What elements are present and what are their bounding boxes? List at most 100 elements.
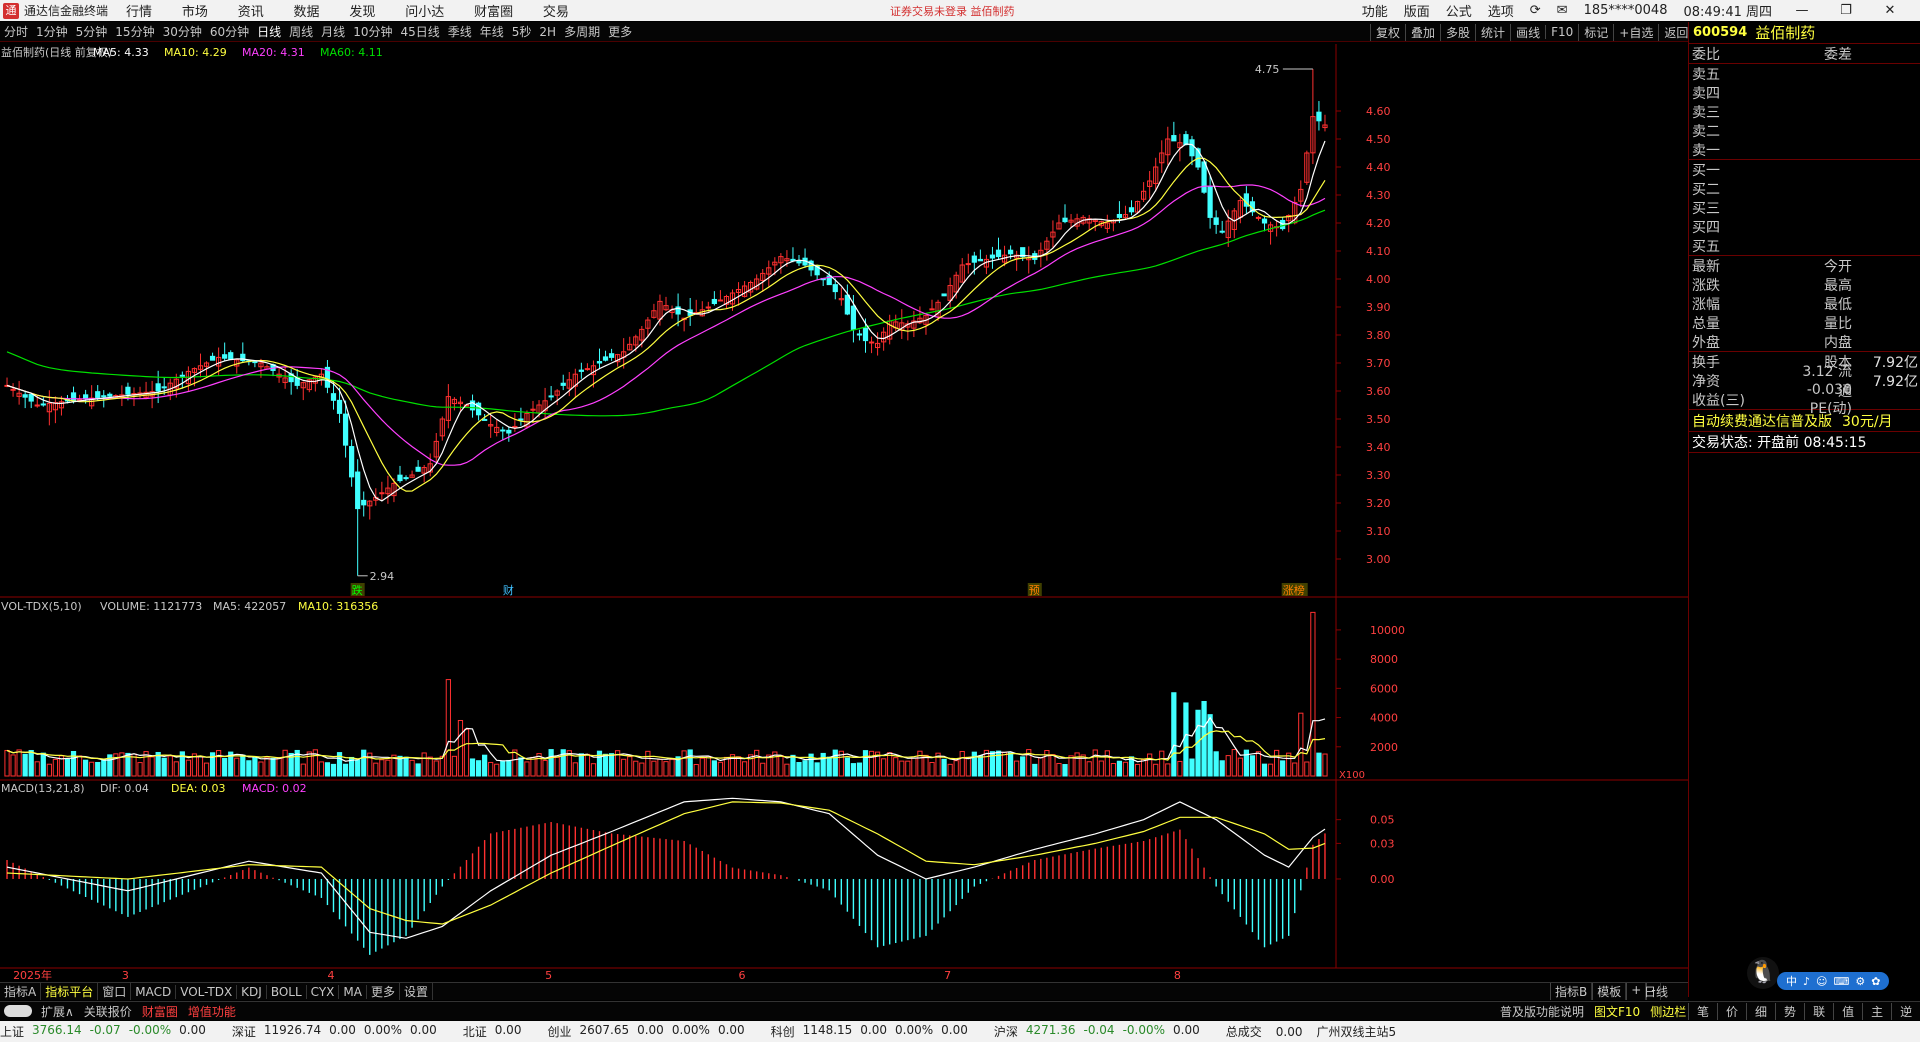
side-tab-value[interactable]: 值 xyxy=(1833,1003,1862,1020)
tool-skin-icon[interactable]: ✿ xyxy=(1871,975,1880,988)
sell-level[interactable]: 卖一 xyxy=(1689,140,1920,159)
index-pct: 0.00% xyxy=(363,1023,402,1037)
order-diff-label: 委差 xyxy=(1824,46,1852,63)
side-tab-detail[interactable]: 细 xyxy=(1746,1003,1775,1020)
candle xyxy=(252,361,258,364)
tab-boll[interactable]: BOLL xyxy=(267,984,307,999)
tab-more[interactable]: 更多 xyxy=(367,983,400,1000)
tab-kdj[interactable]: KDJ xyxy=(237,984,267,999)
candle xyxy=(397,474,403,482)
price-tick-label: 3.20 xyxy=(1366,497,1391,510)
restore-icon[interactable]: ❐ xyxy=(1832,3,1860,18)
candle xyxy=(10,388,16,391)
volume-bar xyxy=(439,755,445,777)
volume-bar xyxy=(1322,753,1328,777)
price-tick-label: 4.50 xyxy=(1366,133,1391,146)
panel-toggle[interactable] xyxy=(4,1005,32,1017)
index-quote[interactable]: 科创 1148.15 0.00 0.00% 0.00 xyxy=(771,1023,976,1040)
side-tab-trades[interactable]: 笔 xyxy=(1688,1003,1717,1020)
candle xyxy=(83,394,89,400)
volume-bar xyxy=(1316,752,1322,777)
side-tab-reverse[interactable]: 逆 xyxy=(1891,1003,1920,1020)
tab-cyx[interactable]: CYX xyxy=(307,984,340,999)
volume-bar xyxy=(409,759,415,777)
price-tick-label: 3.90 xyxy=(1366,301,1391,314)
tab-template[interactable]: 模板 xyxy=(1592,983,1627,1000)
tool-settings-icon[interactable]: ⚙ xyxy=(1855,975,1865,988)
buy-level[interactable]: 买三 xyxy=(1689,198,1920,217)
candle xyxy=(1261,218,1268,224)
total-turnover-value: 0.00 xyxy=(1275,1024,1303,1039)
volume-bar xyxy=(578,753,584,777)
dif-label: DIF: 0.04 xyxy=(100,782,149,795)
minimize-icon[interactable]: — xyxy=(1788,3,1816,18)
volume-bar xyxy=(149,756,155,777)
index-quote[interactable]: 上证 3766.14 -0.07 -0.00% 0.00 xyxy=(0,1023,214,1040)
volume-bar xyxy=(1201,700,1207,777)
candle xyxy=(403,477,409,480)
buy-level[interactable]: 买一 xyxy=(1689,160,1920,179)
tab-settings[interactable]: 设置 xyxy=(400,983,433,1000)
tab-ma[interactable]: MA xyxy=(339,984,367,999)
index-quote[interactable]: 沪深 4271.36 -0.04 -0.00% 0.00 xyxy=(994,1023,1208,1040)
tab-related-quote[interactable]: 关联报价 xyxy=(79,1003,137,1020)
stat-label: 今开 xyxy=(1824,258,1852,275)
candle xyxy=(1219,230,1225,233)
volume-bar xyxy=(548,749,554,777)
volume-bar xyxy=(814,762,820,777)
tab-indicator-platform[interactable]: 指标平台 xyxy=(41,983,99,1000)
candle xyxy=(155,383,161,392)
tab-edition-help[interactable]: 普及版功能说明 xyxy=(1495,1003,1589,1020)
stat-row: 涨跌 最高 xyxy=(1689,275,1920,294)
tab-expand[interactable]: 扩展∧ xyxy=(36,1003,79,1020)
sell-level[interactable]: 卖二 xyxy=(1689,121,1920,140)
sell-level[interactable]: 卖四 xyxy=(1689,83,1920,102)
side-tab-price[interactable]: 价 xyxy=(1717,1003,1746,1020)
close-icon[interactable]: ✕ xyxy=(1876,3,1904,18)
side-tab-main[interactable]: 主 xyxy=(1862,1003,1891,1020)
side-tab-link[interactable]: 联 xyxy=(1804,1003,1833,1020)
subscription-ad[interactable]: 自动续费通达信普及版 30元/月 xyxy=(1689,409,1920,431)
volume-bar xyxy=(554,756,560,777)
tab-macd[interactable]: MACD xyxy=(131,984,177,999)
tool-keyboard-icon[interactable]: ⌨ xyxy=(1834,975,1850,988)
volume-bar xyxy=(252,757,258,777)
volume-bar xyxy=(234,757,240,777)
dea-label: DEA: 0.03 xyxy=(171,782,225,795)
quote-header[interactable]: 600594 益佰制药 xyxy=(1689,22,1920,44)
tab-indicator-b[interactable]: 指标B xyxy=(1550,983,1593,1000)
buy-level[interactable]: 买二 xyxy=(1689,179,1920,198)
volume-bar xyxy=(639,762,645,777)
volume-bar xyxy=(197,755,204,777)
tool-chinese-icon[interactable]: 中 xyxy=(1786,973,1797,989)
server-name[interactable]: 广州双线主站5 xyxy=(1316,1023,1396,1040)
volume-tick-label: 4000 xyxy=(1370,712,1398,725)
tab-sidebar[interactable]: 侧边栏 xyxy=(1645,1003,1691,1020)
index-quote[interactable]: 深证 11926.74 0.00 0.00% 0.00 xyxy=(232,1023,445,1040)
tab-value-added[interactable]: 增值功能 xyxy=(183,1003,241,1020)
ma5-label: MA5: 4.33 xyxy=(93,46,149,59)
macd-tick-label: 0.03 xyxy=(1370,837,1395,850)
tab-indicator-a[interactable]: 指标A xyxy=(0,983,42,1000)
tool-music-icon[interactable]: ♪ xyxy=(1803,975,1810,988)
volume-bar xyxy=(1068,755,1074,777)
index-pct: -0.00% xyxy=(1122,1023,1166,1037)
index-quote[interactable]: 创业 2607.65 0.00 0.00% 0.00 xyxy=(547,1023,752,1040)
tab-f10[interactable]: 图文F10 xyxy=(1589,1003,1645,1020)
sell-level[interactable]: 卖三 xyxy=(1689,102,1920,121)
index-quote[interactable]: 北证 0.00 xyxy=(463,1023,530,1040)
buy-level[interactable]: 买五 xyxy=(1689,236,1920,255)
candle xyxy=(711,298,717,304)
sell-level[interactable]: 卖五 xyxy=(1689,64,1920,83)
high-marker-label: 4.75 xyxy=(1255,63,1280,76)
penguin-assistant-icon[interactable]: 🐧 xyxy=(1747,957,1779,989)
index-chg: 0.00 xyxy=(637,1023,664,1037)
tab-window[interactable]: 窗口 xyxy=(98,983,132,1000)
volume-bar xyxy=(1189,758,1195,777)
tab-vol-tdx[interactable]: VOL-TDX xyxy=(176,984,238,999)
side-tab-trend[interactable]: 势 xyxy=(1775,1003,1804,1020)
price-tick-label: 3.80 xyxy=(1366,329,1391,342)
buy-level[interactable]: 买四 xyxy=(1689,217,1920,236)
tab-wealth-circle[interactable]: 财富圈 xyxy=(137,1003,183,1020)
tool-emoji-icon[interactable]: ☺ xyxy=(1816,975,1827,988)
